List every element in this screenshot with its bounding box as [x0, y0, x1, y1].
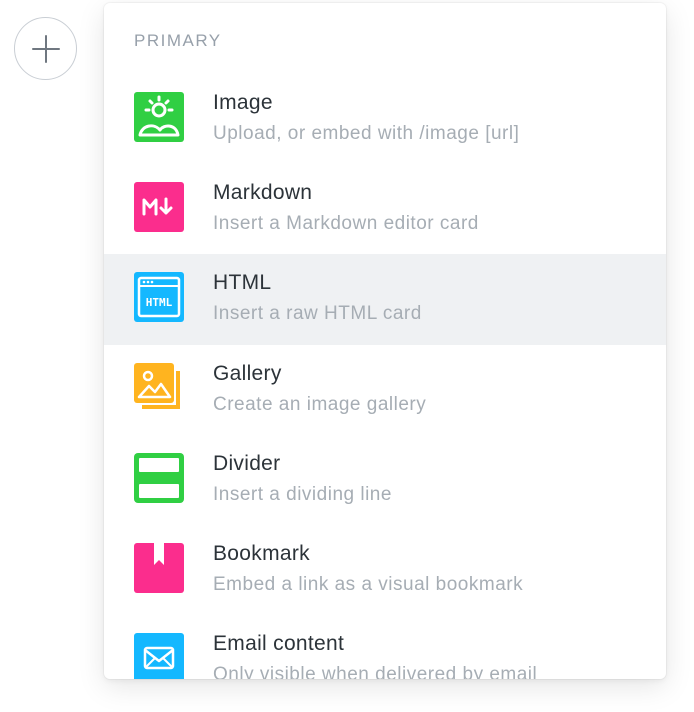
menu-item-image[interactable]: Image Upload, or embed with /image [url] [104, 74, 666, 164]
menu-item-gallery[interactable]: Gallery Create an image gallery [104, 345, 666, 435]
menu-item-description: Upload, or embed with /image [url] [213, 123, 520, 144]
menu-item-markdown[interactable]: Markdown Insert a Markdown editor card [104, 164, 666, 254]
section-label: PRIMARY [134, 31, 222, 50]
menu-item-description: Insert a Markdown editor card [213, 213, 479, 234]
menu-item-description: Embed a link as a visual bookmark [213, 574, 524, 595]
markdown-icon [134, 182, 184, 232]
menu-item-divider[interactable]: Divider Insert a dividing line [104, 435, 666, 525]
menu-item-html[interactable]: HTML HTML Insert a raw HTML card [104, 254, 666, 345]
menu-item-title: Image [213, 91, 273, 114]
html-icon: HTML [134, 272, 184, 322]
menu-item-bookmark[interactable]: Bookmark Embed a link as a visual bookma… [104, 525, 666, 615]
menu-item-description: Only visible when delivered by email [213, 664, 538, 679]
menu-item-title: Email content [213, 632, 345, 655]
plus-icon [31, 34, 60, 63]
email-icon [134, 633, 184, 679]
svg-text:HTML: HTML [146, 296, 173, 309]
menu-item-title: HTML [213, 271, 272, 294]
card-menu-items: Image Upload, or embed with /image [url]… [104, 74, 666, 679]
menu-item-description: Insert a dividing line [213, 484, 392, 505]
gallery-icon [134, 363, 184, 413]
bookmark-icon [134, 543, 184, 593]
menu-item-email-content[interactable]: Email content Only visible when delivere… [104, 615, 666, 679]
menu-item-description: Create an image gallery [213, 394, 427, 415]
image-icon [134, 92, 184, 142]
divider-icon [134, 453, 184, 503]
menu-item-title: Gallery [213, 362, 282, 385]
menu-item-title: Divider [213, 452, 281, 475]
card-menu: PRIMARY Image Upload, or embed with /ima… [104, 3, 666, 679]
menu-item-description: Insert a raw HTML card [213, 303, 422, 324]
menu-item-title: Markdown [213, 181, 313, 204]
menu-item-title: Bookmark [213, 542, 310, 565]
add-card-button[interactable] [14, 17, 77, 80]
